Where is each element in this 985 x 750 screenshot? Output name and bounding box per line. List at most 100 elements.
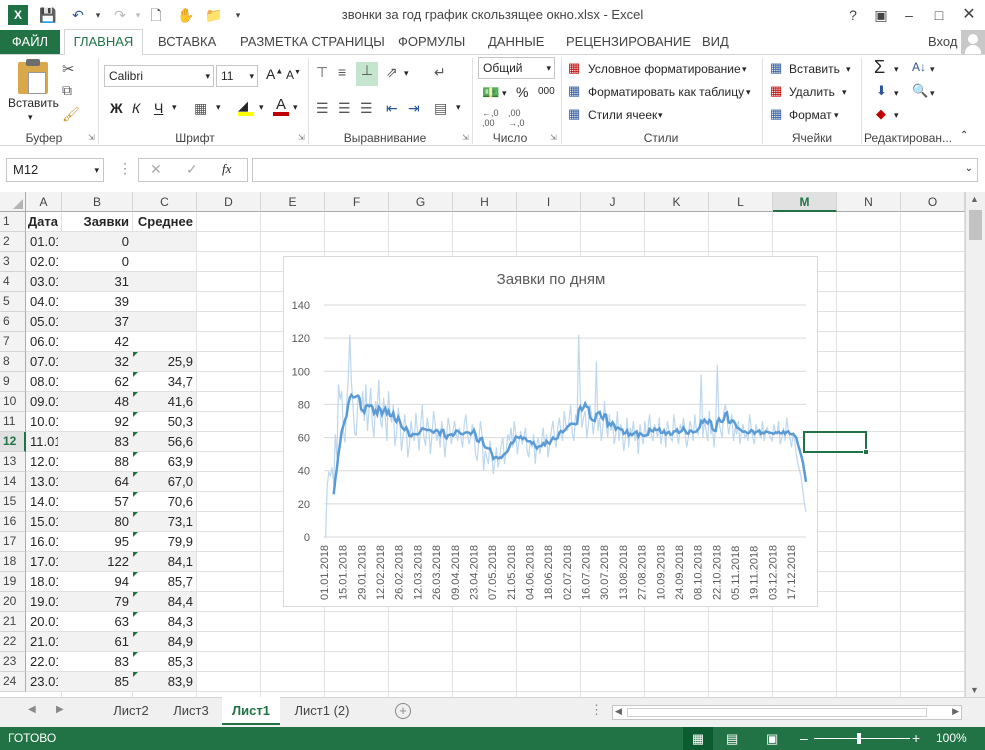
scroll-right-icon[interactable]: ▶ [952,706,959,717]
cell-average[interactable]: 56,6 [133,432,193,452]
column-header-e[interactable]: E [261,192,325,212]
clipboard-launcher-icon[interactable]: ⇲ [88,133,95,142]
row-header[interactable]: 8 [0,352,26,372]
row-header[interactable]: 24 [0,672,26,692]
cell-average[interactable]: 84,4 [133,592,193,612]
cut-icon[interactable]: ✂ [62,60,75,78]
cell-date[interactable]: 12.01.2018 [26,452,58,472]
cell-date[interactable]: 01.01.2018 [26,232,58,252]
cell-requests[interactable]: 83 [62,432,129,452]
underline-dropdown-icon[interactable]: ▾ [172,102,177,113]
row-header[interactable]: 23 [0,652,26,672]
scroll-up-icon[interactable]: ▲ [970,194,979,204]
tab-review[interactable]: РЕЦЕНЗИРОВАНИЕ [566,30,691,54]
column-header-n[interactable]: N [837,192,901,212]
cell-date[interactable]: 09.01.2018 [26,392,58,412]
number-launcher-icon[interactable]: ⇲ [550,133,557,142]
borders-dropdown-icon[interactable]: ▾ [216,102,221,113]
cell-average[interactable]: 84,3 [133,612,193,632]
decrease-decimal-icon[interactable]: ,00 →,0 [508,108,525,128]
format-painter-icon[interactable]: 🖌 [62,106,80,123]
column-header-f[interactable]: F [325,192,389,212]
font-color-icon[interactable]: A [272,96,290,116]
cell-date[interactable]: 22.01.2018 [26,652,58,672]
cell-requests[interactable]: 79 [62,592,129,612]
column-header-g[interactable]: G [389,192,453,212]
minimize-icon[interactable]: – [898,5,920,25]
tab-view[interactable]: ВИД [702,30,729,54]
cell-date[interactable]: 06.01.2018 [26,332,58,352]
cell-styles-icon[interactable]: ▦ [568,106,580,122]
align-bottom-icon[interactable]: ⊥ [356,62,378,86]
orientation-dropdown-icon[interactable]: ▾ [404,68,409,79]
borders-icon[interactable]: ▦ [194,100,207,117]
cell-requests[interactable]: 64 [62,472,129,492]
align-center-icon[interactable]: ☰ [338,100,351,117]
column-header-j[interactable]: J [581,192,645,212]
underline-button[interactable]: Ч [154,100,163,116]
cell-average[interactable]: 70,6 [133,492,193,512]
format-cells-button[interactable]: Формат [789,108,832,122]
avatar[interactable] [961,30,985,54]
column-header-o[interactable]: O [901,192,965,212]
cell-date[interactable]: 19.01.2018 [26,592,58,612]
fill-color-dropdown-icon[interactable]: ▾ [259,102,264,113]
alignment-launcher-icon[interactable]: ⇲ [462,133,469,142]
orientation-icon[interactable]: ⇗ [386,64,398,81]
currency-format-icon[interactable]: 💵 [482,84,499,101]
font-name-combo[interactable]: Calibri ▾ [104,65,214,87]
cell-requests[interactable]: 0 [62,232,129,252]
select-all-button[interactable] [0,192,26,212]
row-header[interactable]: 15 [0,492,26,512]
cell-date[interactable]: 10.01.2018 [26,412,58,432]
cell-requests[interactable]: 31 [62,272,129,292]
cell-average[interactable]: 50,3 [133,412,193,432]
row-header[interactable]: 5 [0,292,26,312]
column-header-h[interactable]: H [453,192,517,212]
sort-dropdown-icon[interactable]: ▾ [930,64,935,75]
delete-cells-button[interactable]: Удалить [789,85,835,99]
expand-formula-icon[interactable]: ⌄ [965,163,973,174]
delete-cells-icon[interactable]: ▦ [770,83,782,99]
find-dropdown-icon[interactable]: ▾ [930,88,935,99]
cell-requests[interactable]: 42 [62,332,129,352]
cell-average[interactable] [133,232,193,252]
row-header[interactable]: 17 [0,532,26,552]
cell-date[interactable]: 21.01.2018 [26,632,58,652]
close-icon[interactable]: ✕ [958,5,980,25]
tab-formulas[interactable]: ФОРМУЛЫ [398,30,465,54]
column-header-i[interactable]: I [517,192,581,212]
format-cells-icon[interactable]: ▦ [770,106,782,122]
cell-date[interactable]: 03.01.2018 [26,272,58,292]
format-as-table-button[interactable]: Форматировать как таблицу [588,85,744,99]
tab-file[interactable]: ФАЙЛ [0,30,60,54]
cell-average[interactable]: 34,7 [133,372,193,392]
row-header[interactable]: 10 [0,392,26,412]
row-header[interactable]: 13 [0,452,26,472]
cell-requests[interactable]: 61 [62,632,129,652]
cell-requests[interactable]: 85 [62,672,129,692]
scroll-left-icon[interactable]: ◀ [615,706,622,717]
cell-average[interactable]: 67,0 [133,472,193,492]
horizontal-scrollbar[interactable]: ◀ ▶ [612,705,962,720]
cell-requests[interactable]: 32 [62,352,129,372]
increase-indent-icon[interactable]: ⇥ [408,100,420,117]
tab-home[interactable]: ГЛАВНАЯ [64,29,143,55]
zoom-in-icon[interactable]: + [912,727,920,750]
row-header[interactable]: 22 [0,632,26,652]
cell-average[interactable] [133,312,193,332]
align-top-icon[interactable]: ⊤ [316,64,328,81]
cell-date[interactable]: 13.01.2018 [26,472,58,492]
zoom-slider[interactable] [814,738,910,739]
zoom-out-icon[interactable]: – [800,727,808,750]
fill-dropdown-icon[interactable]: ▾ [894,88,899,99]
column-header-l[interactable]: L [709,192,773,212]
cell-requests[interactable]: 122 [62,552,129,572]
cell-date[interactable]: 02.01.2018 [26,252,58,272]
cell-average[interactable] [133,332,193,352]
bold-button[interactable]: Ж [110,100,123,116]
align-right-icon[interactable]: ☰ [360,100,373,117]
cell-average[interactable]: 84,1 [133,552,193,572]
format-table-icon[interactable]: ▦ [568,83,580,99]
cell-requests[interactable]: 39 [62,292,129,312]
